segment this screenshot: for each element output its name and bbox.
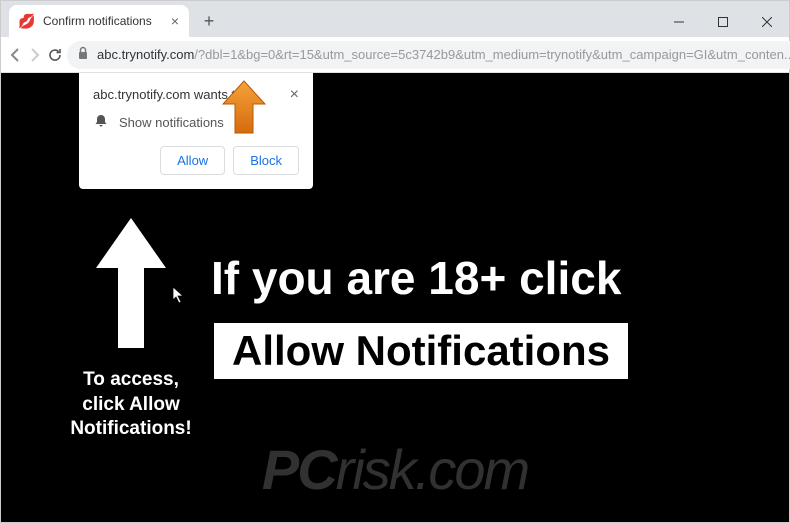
lock-icon: [77, 46, 89, 63]
pointer-arrow-icon: [219, 78, 269, 138]
titlebar: 💋 Confirm notifications × +: [1, 1, 789, 37]
browser-window: 💋 Confirm notifications × +: [0, 0, 790, 523]
big-up-arrow-icon: [86, 213, 176, 358]
reload-button[interactable]: [47, 41, 63, 69]
watermark-prefix: PC: [262, 438, 336, 501]
maximize-icon: [718, 17, 728, 27]
url-domain: abc.trynotify.com: [97, 47, 194, 62]
watermark: PCrisk.com: [262, 437, 528, 502]
pointer-arrow-overlay: [219, 78, 269, 143]
headline-text: If you are 18+ click: [211, 253, 631, 304]
browser-tab[interactable]: 💋 Confirm notifications ×: [9, 5, 189, 37]
url-text: abc.trynotify.com/?dbl=1&bg=0&rt=15&utm_…: [97, 47, 790, 62]
arrow-left-icon: [7, 47, 23, 63]
block-button[interactable]: Block: [233, 146, 299, 175]
minimize-button[interactable]: [657, 7, 701, 37]
notification-permission-popup: abc.trynotify.com wants to × Show notifi…: [79, 73, 313, 189]
url-path: /?dbl=1&bg=0&rt=15&utm_source=5c3742b9&u…: [194, 47, 790, 62]
address-bar[interactable]: abc.trynotify.com/?dbl=1&bg=0&rt=15&utm_…: [67, 41, 790, 69]
permission-message: Show notifications: [119, 115, 224, 130]
minimize-icon: [674, 17, 684, 27]
page-body: To access, click Allow Notifications! If…: [71, 213, 631, 442]
watermark-suffix: risk.com: [336, 438, 528, 501]
arrow-column: To access, click Allow Notifications!: [71, 213, 191, 442]
arrow-right-icon: [27, 47, 43, 63]
page-content: abc.trynotify.com wants to × Show notifi…: [1, 73, 789, 522]
arrow-caption: To access, click Allow Notifications!: [70, 368, 191, 442]
reload-icon: [47, 47, 63, 63]
message-column: If you are 18+ click Allow Notifications: [211, 253, 631, 382]
window-controls: [657, 7, 789, 37]
close-icon: [762, 17, 772, 27]
allow-notifications-box: Allow Notifications: [211, 320, 631, 382]
forward-button[interactable]: [27, 41, 43, 69]
permission-close-button[interactable]: ×: [290, 87, 299, 103]
toolbar: abc.trynotify.com/?dbl=1&bg=0&rt=15&utm_…: [1, 37, 789, 73]
new-tab-button[interactable]: +: [195, 7, 223, 35]
maximize-button[interactable]: [701, 7, 745, 37]
allow-button[interactable]: Allow: [160, 146, 225, 175]
bell-icon: [93, 113, 109, 132]
close-window-button[interactable]: [745, 7, 789, 37]
tab-close-icon[interactable]: ×: [171, 13, 179, 29]
back-button[interactable]: [7, 41, 23, 69]
tab-title: Confirm notifications: [43, 14, 163, 28]
favicon-icon: 💋: [19, 13, 35, 29]
